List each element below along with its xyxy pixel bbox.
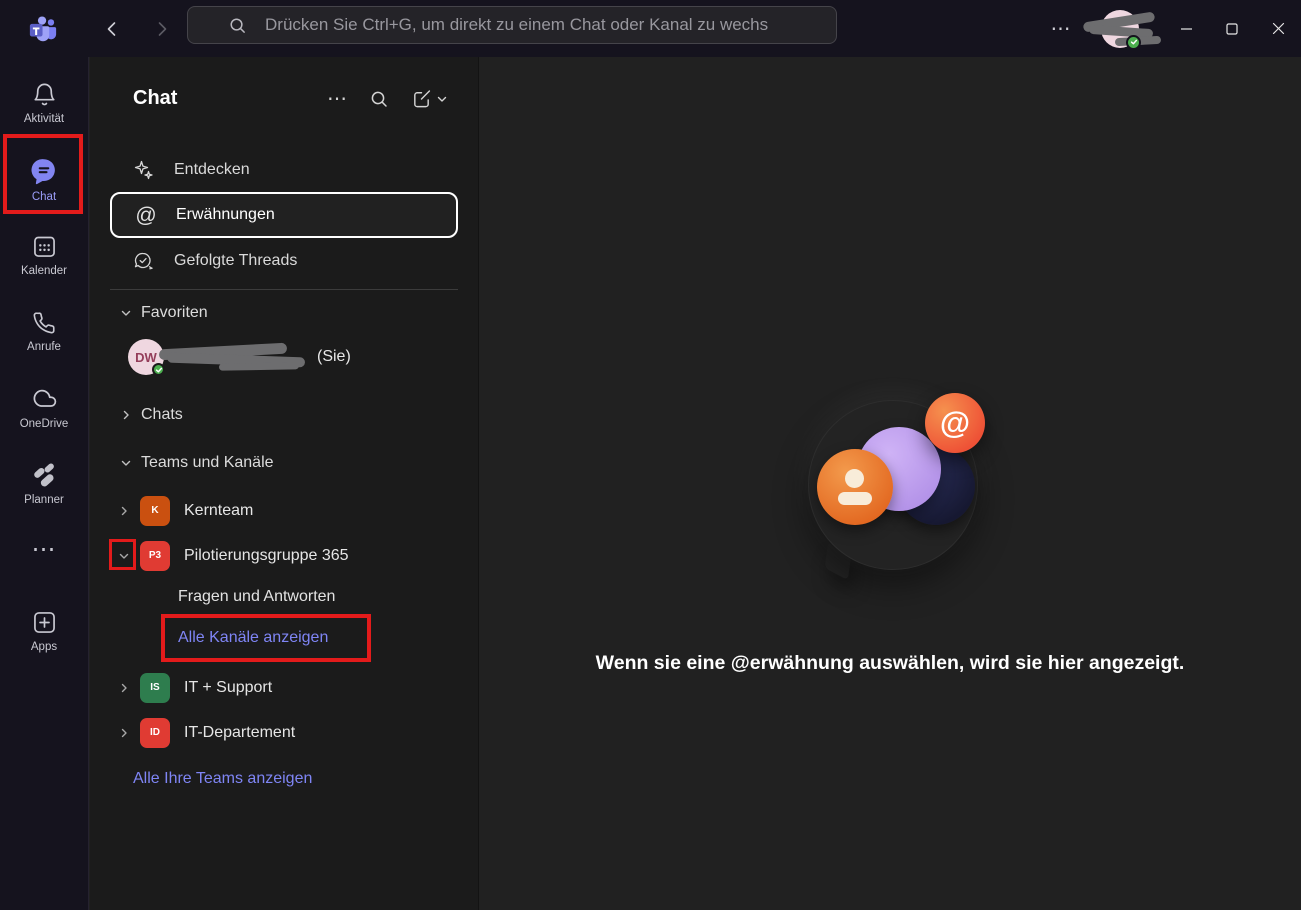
section-label: Chats xyxy=(141,406,183,424)
title-bar: ⋯ xyxy=(0,0,1301,57)
presence-available-icon xyxy=(1126,35,1141,50)
link-label: Alle Ihre Teams anzeigen xyxy=(133,770,312,788)
team-it-support[interactable]: IS IT + Support xyxy=(110,665,458,710)
search-chat-icon[interactable] xyxy=(369,89,389,109)
rail-item-aktivitaet[interactable]: Aktivität xyxy=(0,65,88,141)
profile-avatar[interactable] xyxy=(1101,10,1139,48)
at-mention-icon: @ xyxy=(134,203,158,227)
main-content: @ Wenn sie eine @erwähnung auswählen, wi… xyxy=(478,57,1301,910)
chevron-right-icon[interactable] xyxy=(118,682,130,694)
shortcut-gefolgte-threads[interactable]: Gefolgte Threads xyxy=(110,238,458,283)
rail-label: Chat xyxy=(32,191,56,203)
sparkle-icon xyxy=(132,158,156,182)
rail-label: Anrufe xyxy=(27,341,61,353)
rail-item-apps[interactable]: Apps xyxy=(0,593,88,669)
rail-label: Aktivität xyxy=(24,113,64,125)
rail-item-more-apps[interactable]: ⋯ xyxy=(0,521,88,579)
global-search-box[interactable] xyxy=(187,6,837,44)
chat-list-panel: Chat ⋯ Entdecken xyxy=(90,57,478,910)
divider xyxy=(110,289,458,290)
cloud-icon xyxy=(30,385,58,413)
person-circle xyxy=(817,449,893,525)
planner-icon xyxy=(30,461,58,489)
favorite-name-suffix: (Sie) xyxy=(317,348,351,366)
phone-icon xyxy=(31,310,57,336)
team-it-departement[interactable]: ID IT-Departement xyxy=(110,710,458,755)
rail-item-chat[interactable]: Chat xyxy=(0,141,88,217)
shortcut-label: Entdecken xyxy=(174,161,250,179)
rail-label: Kalender xyxy=(21,265,67,277)
search-icon xyxy=(228,16,247,35)
team-name: IT + Support xyxy=(184,679,272,697)
rail-label: OneDrive xyxy=(20,418,69,430)
chevron-down-icon xyxy=(120,307,132,319)
chevron-down-icon xyxy=(436,93,448,105)
shortcut-erwaehnungen[interactable]: @ Erwähnungen xyxy=(110,192,458,238)
rail-item-planner[interactable]: Planner xyxy=(0,445,88,521)
section-label: Favoriten xyxy=(141,304,208,322)
chat-panel-header: Chat ⋯ xyxy=(90,57,478,140)
maximize-button[interactable] xyxy=(1209,0,1255,57)
team-name: IT-Departement xyxy=(184,724,295,742)
compose-icon xyxy=(411,88,432,109)
new-chat-button[interactable] xyxy=(411,88,448,109)
teams-logo-icon xyxy=(28,14,58,44)
favorite-chat-item[interactable]: DW (Sie) xyxy=(110,330,458,384)
team-avatar: ID xyxy=(140,718,170,748)
calendar-icon xyxy=(31,233,58,260)
rail-label: Planner xyxy=(24,494,64,506)
close-button[interactable] xyxy=(1255,0,1301,57)
chevron-down-icon xyxy=(120,457,132,469)
global-search-input[interactable] xyxy=(265,15,822,35)
panel-title: Chat xyxy=(133,87,327,110)
team-name: Kernteam xyxy=(184,502,253,520)
link-label: Alle Kanäle anzeigen xyxy=(178,629,328,647)
chevron-right-icon[interactable] xyxy=(118,727,130,739)
empty-state-illustration: @ xyxy=(785,382,995,592)
back-button[interactable] xyxy=(98,15,126,43)
more-horizontal-icon: ⋯ xyxy=(32,545,57,555)
section-chats[interactable]: Chats xyxy=(110,398,458,432)
forward-button[interactable] xyxy=(148,15,176,43)
minimize-button[interactable] xyxy=(1163,0,1209,57)
chat-icon xyxy=(29,156,59,186)
team-name: Pilotierungsgruppe 365 xyxy=(184,547,349,565)
section-label: Teams und Kanäle xyxy=(141,454,274,472)
rail-label: Apps xyxy=(31,641,57,653)
shortcut-label: Gefolgte Threads xyxy=(174,252,297,270)
person-icon xyxy=(838,469,872,505)
shortcut-label: Erwähnungen xyxy=(176,206,275,224)
channel-fragen-und-antworten[interactable]: Fragen und Antworten xyxy=(110,578,458,616)
team-avatar: P3 xyxy=(140,541,170,571)
chevron-right-icon xyxy=(120,409,132,421)
channel-name: Fragen und Antworten xyxy=(178,588,335,606)
chevron-down-icon[interactable] xyxy=(118,550,130,562)
team-avatar: K xyxy=(140,496,170,526)
team-kernteam[interactable]: K Kernteam xyxy=(110,488,458,533)
thread-check-icon xyxy=(132,249,156,273)
bell-icon xyxy=(31,81,58,108)
titlebar-more-options-icon[interactable]: ⋯ xyxy=(1039,9,1083,49)
shortcut-entdecken[interactable]: Entdecken xyxy=(110,147,458,192)
team-pilotierungsgruppe-365[interactable]: P3 Pilotierungsgruppe 365 xyxy=(110,533,458,578)
empty-state-text: Wenn sie eine @erwähnung auswählen, wird… xyxy=(479,652,1301,675)
redacted-name xyxy=(159,342,311,372)
rail-item-onedrive[interactable]: OneDrive xyxy=(0,369,88,445)
section-teams-und-kanaele[interactable]: Teams und Kanäle xyxy=(110,446,458,480)
rail-item-kalender[interactable]: Kalender xyxy=(0,217,88,293)
show-all-teams-link[interactable]: Alle Ihre Teams anzeigen xyxy=(110,761,458,797)
team-avatar: IS xyxy=(140,673,170,703)
filter-more-icon[interactable]: ⋯ xyxy=(327,86,347,111)
section-favoriten[interactable]: Favoriten xyxy=(110,296,458,330)
at-mention-badge-icon: @ xyxy=(925,393,985,453)
show-all-channels-link[interactable]: Alle Kanäle anzeigen xyxy=(110,616,458,660)
chevron-right-icon[interactable] xyxy=(118,505,130,517)
rail-item-anrufe[interactable]: Anrufe xyxy=(0,293,88,369)
apps-plus-icon xyxy=(31,609,58,636)
app-rail: Aktivität Chat Kalender Anrufe OneDrive xyxy=(0,57,89,910)
